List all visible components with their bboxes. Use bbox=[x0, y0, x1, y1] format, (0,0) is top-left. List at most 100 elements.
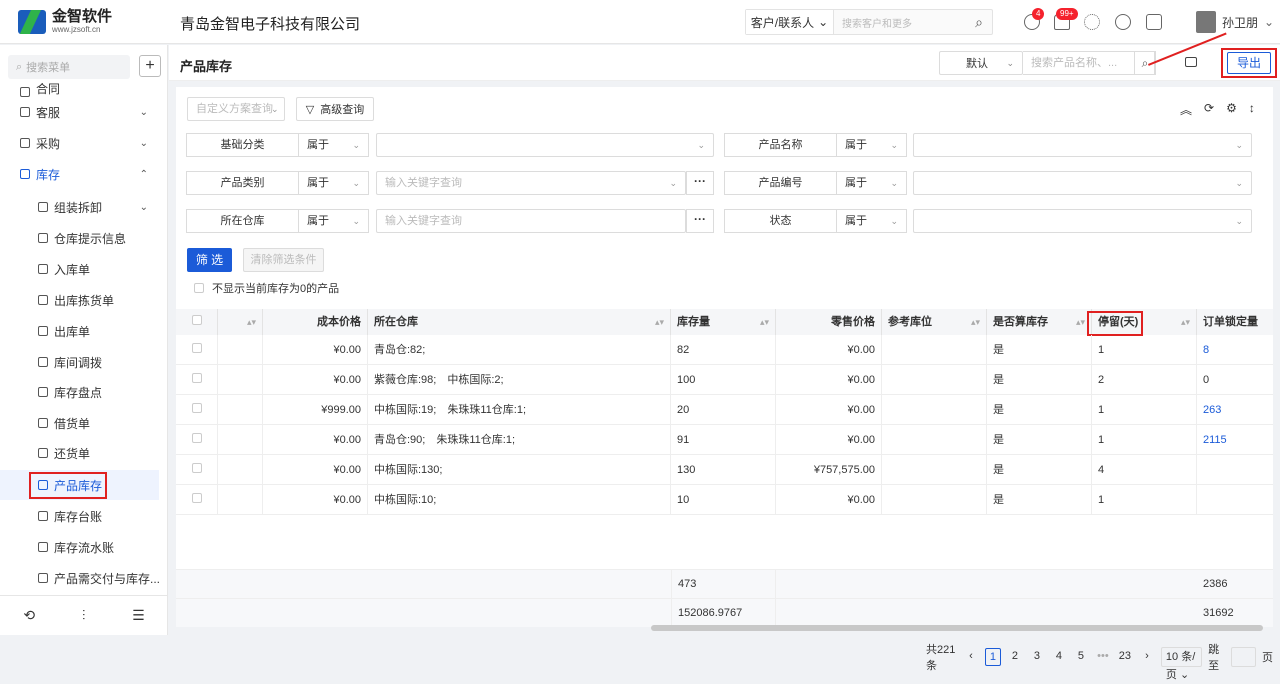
custom-query-select[interactable]: 自定义方案查询 ⌄ bbox=[187, 97, 285, 121]
sort-col-header[interactable]: ▴▾ bbox=[218, 309, 263, 335]
sidebar-item-transfer[interactable]: 库间调拨 bbox=[0, 347, 168, 377]
logo[interactable]: 金智软件 www.jzsoft.cn bbox=[0, 0, 168, 44]
cube-icon[interactable] bbox=[1146, 14, 1162, 30]
row-checkbox[interactable] bbox=[191, 493, 202, 503]
sidebar-item-stocktake[interactable]: 库存盘点 bbox=[0, 377, 168, 407]
hide-zero-option[interactable]: 不显示当前库存为0的产品 bbox=[194, 280, 339, 296]
history-icon[interactable]: ⟲ bbox=[23, 607, 35, 624]
filter-operator-select[interactable]: 属于 ⌄ bbox=[299, 133, 369, 157]
row-checkbox[interactable] bbox=[191, 373, 202, 383]
sidebar-item-return[interactable]: 还货单 bbox=[0, 438, 168, 468]
sidebar-item-assembly[interactable]: 组装拆卸 ⌄ bbox=[0, 192, 168, 222]
filter-operator-select[interactable]: 属于 ⌄ bbox=[299, 171, 369, 195]
col-header-count-stock[interactable]: 是否算库存 ▴▾ bbox=[987, 309, 1092, 335]
sidebar-item-picking[interactable]: 出库拣货单 bbox=[0, 285, 168, 315]
sidebar-item-label: 采购 bbox=[36, 136, 61, 151]
filter-operator-select[interactable]: 属于 ⌄ bbox=[837, 209, 907, 233]
row-checkbox[interactable] bbox=[191, 433, 202, 443]
sidebar-item-outbound[interactable]: 出库单 bbox=[0, 316, 168, 346]
page-2[interactable]: 2 bbox=[1007, 648, 1023, 666]
filter-keyword-input[interactable]: 输入关键字查询 bbox=[376, 209, 686, 233]
sidebar-item-stock-ledger[interactable]: 库存台账 bbox=[0, 501, 168, 531]
col-header-warehouse[interactable]: 所在仓库 ▴▾ bbox=[368, 309, 671, 335]
menu-search-input[interactable]: ⌕ 搜索菜单 bbox=[8, 55, 130, 79]
prev-page-icon[interactable]: ‹ bbox=[963, 648, 979, 666]
filter-value-select[interactable]: ⌄ bbox=[376, 133, 714, 157]
search-icon[interactable]: ⌕ bbox=[966, 14, 992, 31]
cell-warehouse: 青岛仓:82; bbox=[368, 335, 671, 365]
filter-value-select[interactable]: ⌄ bbox=[913, 133, 1252, 157]
horizontal-scrollbar[interactable] bbox=[651, 625, 1263, 631]
sidebar-item-service[interactable]: 客服 ⌄ bbox=[0, 97, 168, 127]
table-row[interactable]: ¥0.00 青岛仓:82; 82 ¥0.00 是 1 8 bbox=[176, 335, 1273, 365]
gear-icon[interactable] bbox=[1084, 14, 1100, 30]
page-23[interactable]: 23 bbox=[1117, 648, 1133, 666]
page-5[interactable]: 5 bbox=[1073, 648, 1089, 666]
sidebar-item-purchase[interactable]: 采购 ⌄ bbox=[0, 128, 168, 158]
filter-operator-select[interactable]: 属于 ⌄ bbox=[299, 209, 369, 233]
jump-input[interactable] bbox=[1231, 647, 1256, 667]
more-options-button[interactable]: ··· bbox=[686, 171, 714, 195]
print-icon[interactable] bbox=[1185, 57, 1197, 67]
next-page-icon[interactable]: › bbox=[1139, 648, 1155, 666]
sidebar-item-contract[interactable]: 合同 bbox=[0, 83, 168, 97]
table-row[interactable]: ¥0.00 中栋国际:130; 130 ¥757,575.00 是 4 bbox=[176, 455, 1273, 485]
page-size-select[interactable]: 10 条/页 ⌄ bbox=[1160, 647, 1203, 681]
cell-order-lock[interactable]: 8 bbox=[1197, 335, 1273, 365]
row-checkbox[interactable] bbox=[191, 403, 202, 413]
table-row[interactable]: ¥0.00 中栋国际:10; 10 ¥0.00 是 1 bbox=[176, 485, 1273, 515]
sidebar-item-delivery-stock[interactable]: 产品需交付与库存... bbox=[0, 563, 168, 593]
col-header-quantity[interactable]: 库存量 ▴▾ bbox=[671, 309, 776, 335]
filter-value-select[interactable]: ⌄ bbox=[913, 171, 1252, 195]
sidebar-item-inventory[interactable]: 库存 ⌃ bbox=[0, 159, 168, 189]
sidebar-item-loan[interactable]: 借货单 bbox=[0, 408, 168, 438]
col-header-cost[interactable]: 成本价格 bbox=[263, 309, 368, 335]
filter-button[interactable]: 筛 选 bbox=[187, 248, 232, 272]
search-type-select[interactable]: 客户/联系人 ⌄ bbox=[746, 10, 834, 34]
view-select[interactable]: 默认 ⌄ bbox=[939, 51, 1023, 75]
user-menu[interactable]: 孙卫朋 ⌄ bbox=[1196, 11, 1274, 33]
col-header-order-lock[interactable]: 订单锁定量 bbox=[1197, 309, 1273, 335]
select-all-checkbox[interactable] bbox=[191, 315, 202, 325]
refresh-icon[interactable]: ⟳ bbox=[1204, 101, 1214, 118]
page-3[interactable]: 3 bbox=[1029, 648, 1045, 666]
row-select-cell bbox=[176, 455, 218, 485]
sliders-icon[interactable]: ⫶ bbox=[82, 607, 86, 624]
hide-zero-checkbox[interactable] bbox=[194, 283, 204, 293]
cell-order-lock[interactable]: 2115 bbox=[1197, 425, 1273, 455]
table-row[interactable]: ¥999.00 中栋国际:19; 朱珠珠11仓库:1; 20 ¥0.00 是 1 263 bbox=[176, 395, 1273, 425]
title-bar: 产品库存 默认 ⌄ 搜索产品名称、... ⌕ 导出 bbox=[169, 45, 1280, 81]
global-search-input[interactable]: 搜索客户和更多 bbox=[834, 15, 966, 30]
filter-value-select[interactable]: ⌄ bbox=[913, 209, 1252, 233]
row-checkbox[interactable] bbox=[191, 463, 202, 473]
collapse-up-icon[interactable]: ︽ bbox=[1180, 101, 1192, 118]
filter-operator-select[interactable]: 属于 ⌄ bbox=[837, 133, 907, 157]
search-type-label: 客户/联系人 bbox=[750, 15, 815, 30]
col-header-location[interactable]: 参考库位 ▴▾ bbox=[882, 309, 987, 335]
advanced-query-button[interactable]: ▽ 高级查询 bbox=[296, 97, 374, 121]
sidebar-item-stock-journal[interactable]: 库存流水账 bbox=[0, 532, 168, 562]
chart-icon[interactable] bbox=[1115, 14, 1131, 30]
page-ellipsis[interactable]: ••• bbox=[1095, 648, 1111, 666]
inbound-icon bbox=[38, 264, 48, 274]
summary-row: 473 2386 bbox=[176, 569, 1273, 599]
col-header-retail[interactable]: 零售价格 bbox=[776, 309, 882, 335]
cell-order-lock[interactable]: 263 bbox=[1197, 395, 1273, 425]
table-row[interactable]: ¥0.00 青岛仓:90; 朱珠珠11仓库:1; 91 ¥0.00 是 1 2115 bbox=[176, 425, 1273, 455]
clear-filter-button[interactable]: 清除筛选条件 bbox=[243, 248, 324, 272]
page-4[interactable]: 4 bbox=[1051, 648, 1067, 666]
custom-query-placeholder: 自定义方案查询 bbox=[196, 103, 273, 115]
sidebar-item-warehouse-alerts[interactable]: 仓库提示信息 bbox=[0, 223, 168, 253]
add-menu-button[interactable]: + bbox=[139, 55, 161, 77]
page-1[interactable]: 1 bbox=[984, 648, 1001, 666]
column-height-icon[interactable]: ↕ bbox=[1249, 101, 1255, 118]
sidebar-item-inbound[interactable]: 入库单 bbox=[0, 254, 168, 284]
filter-keyword-input[interactable]: 输入关键字查询 ⌄ bbox=[376, 171, 686, 195]
cell-location bbox=[882, 425, 987, 455]
filter-operator-select[interactable]: 属于 ⌄ bbox=[837, 171, 907, 195]
settings-icon[interactable]: ⚙ bbox=[1226, 101, 1237, 118]
row-checkbox[interactable] bbox=[191, 343, 202, 353]
collapse-menu-icon[interactable]: ☰ bbox=[132, 607, 145, 624]
more-options-button[interactable]: ··· bbox=[686, 209, 714, 233]
table-row[interactable]: ¥0.00 紫薇仓库:98; 中栋国际:2; 100 ¥0.00 是 2 0 bbox=[176, 365, 1273, 395]
